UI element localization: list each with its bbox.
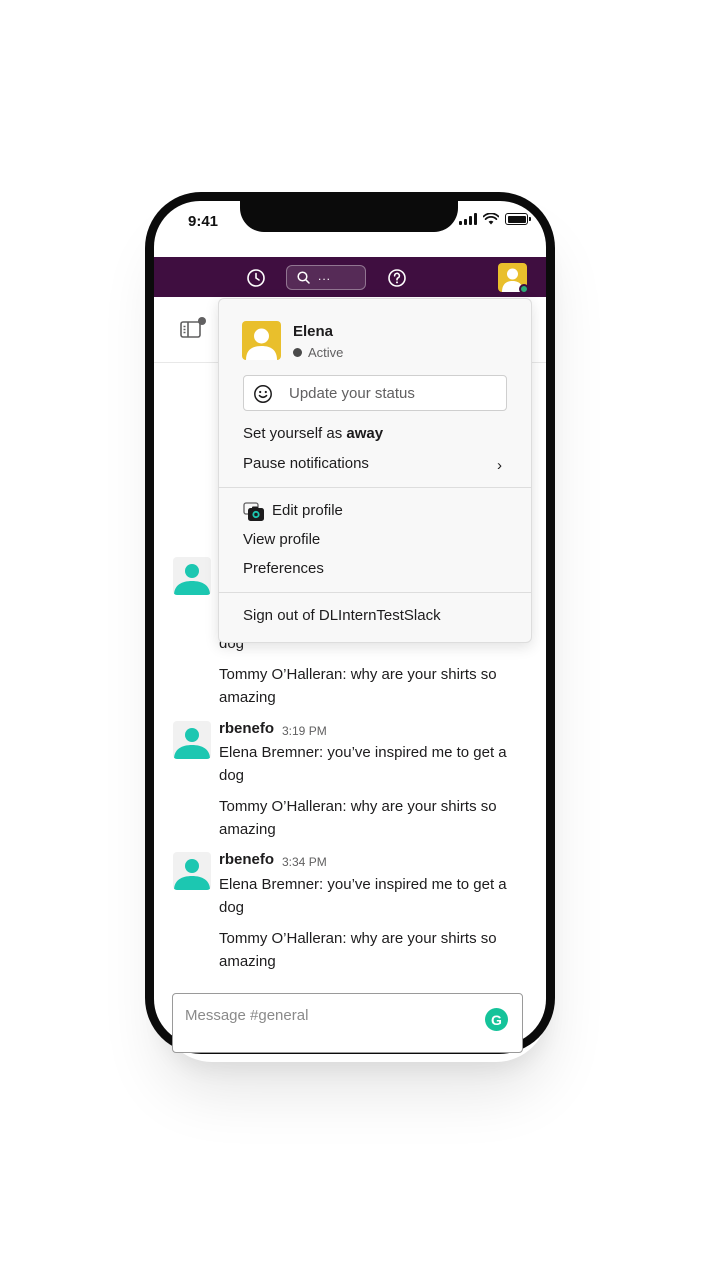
menu-presence: Active (293, 345, 343, 360)
sign-out-item[interactable]: Sign out of DLInternTestSlack (243, 607, 441, 624)
avatar-person-icon (246, 328, 277, 360)
status-time: 9:41 (188, 213, 219, 230)
set-away-item[interactable]: Set yourself as away (243, 425, 383, 442)
person-icon (174, 859, 210, 890)
message-author[interactable]: rbenefo (219, 720, 274, 737)
presence-indicator (519, 284, 529, 294)
wifi-icon (483, 213, 499, 225)
search-placeholder: ... (318, 268, 332, 283)
message-timestamp[interactable]: 3:19 PM (282, 724, 327, 738)
message-avatar[interactable] (173, 852, 211, 890)
presence-label: Active (308, 345, 344, 360)
update-status-input[interactable]: Update your status (243, 375, 507, 411)
person-icon (174, 728, 210, 759)
status-icons (459, 213, 531, 225)
menu-user-name: Elena (293, 323, 334, 340)
preferences-item[interactable]: Preferences (243, 560, 324, 577)
set-away-prefix: Set yourself as (243, 425, 347, 442)
menu-divider (219, 487, 531, 488)
message-text: Tommy O’Halleran: why are your shirts so… (219, 666, 497, 706)
notification-dot (198, 317, 206, 325)
presence-dot (293, 348, 302, 357)
camera-icon (243, 502, 264, 521)
message-text: Tommy O’Halleran: why are your shirts so… (219, 798, 497, 838)
message-input-placeholder: Message #general (185, 1007, 309, 1024)
help-icon[interactable] (387, 268, 407, 288)
view-profile-item[interactable]: View profile (243, 531, 320, 548)
chevron-right-icon: › (497, 457, 502, 474)
message-avatar[interactable] (173, 721, 211, 759)
person-icon (174, 564, 210, 595)
search-button[interactable]: ... (286, 265, 366, 290)
message-timestamp[interactable]: 3:34 PM (282, 855, 327, 869)
message-text: Tommy O’Halleran: why are your shirts so… (219, 930, 497, 970)
message-avatar[interactable] (173, 557, 211, 595)
edit-profile-item[interactable]: Edit profile (272, 502, 343, 519)
update-status-placeholder: Update your status (289, 385, 415, 402)
grammarly-icon[interactable]: G (485, 1008, 508, 1031)
cellular-signal-icon (459, 213, 477, 225)
menu-user-avatar (242, 321, 281, 360)
message-author[interactable]: rbenefo (219, 851, 274, 868)
set-away-bold: away (346, 425, 384, 442)
pause-notifications-item[interactable]: Pause notifications (243, 455, 369, 472)
search-icon (297, 271, 310, 284)
history-icon[interactable] (246, 268, 266, 288)
smiley-icon (254, 385, 272, 403)
message-text: Elena Bremner: you’ve inspired me to get… (219, 744, 507, 784)
message-text: Elena Bremner: you’ve inspired me to get… (219, 876, 507, 916)
phone-notch (240, 192, 458, 232)
battery-icon (505, 213, 531, 225)
menu-divider (219, 592, 531, 593)
